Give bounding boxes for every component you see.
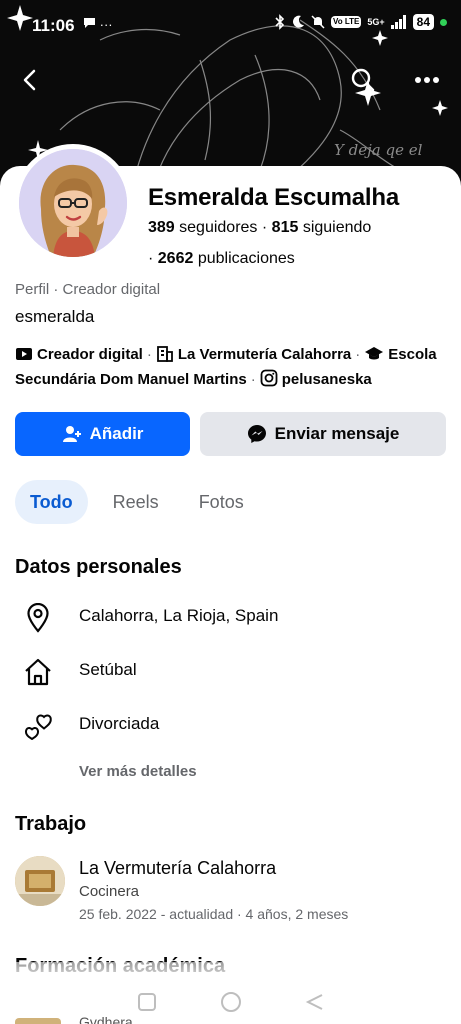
system-nav-bar bbox=[0, 980, 461, 1024]
graduation-cap-icon bbox=[364, 346, 384, 369]
workplace-photo bbox=[15, 856, 65, 906]
search-button[interactable] bbox=[343, 60, 383, 100]
search-icon bbox=[351, 68, 375, 92]
posts-count: 2662 bbox=[157, 250, 194, 267]
work-role: Cocinera bbox=[79, 883, 140, 900]
status-time: 11:06 bbox=[32, 16, 75, 35]
battery-level: 84 bbox=[412, 14, 434, 30]
followers-count[interactable]: 389 bbox=[148, 219, 175, 236]
hometown-text: Setúbal bbox=[79, 660, 137, 679]
link-separator: · bbox=[146, 346, 152, 363]
back-button[interactable] bbox=[10, 60, 50, 100]
link-instagram[interactable]: pelusaneska bbox=[282, 371, 372, 388]
link-separator: · bbox=[250, 371, 256, 388]
stat-separator: · bbox=[148, 250, 158, 267]
avatar-illustration bbox=[19, 149, 127, 257]
add-friend-button[interactable]: Añadir bbox=[15, 412, 190, 456]
recent-apps-icon[interactable] bbox=[136, 991, 158, 1013]
mute-icon bbox=[311, 15, 325, 29]
link-creator[interactable]: Creador digital bbox=[37, 346, 143, 363]
building-icon bbox=[156, 344, 174, 369]
profile-username: esmeralda bbox=[15, 307, 95, 326]
following-count[interactable]: 815 bbox=[272, 219, 299, 236]
see-more-details-link[interactable]: Ver más detalles bbox=[79, 763, 197, 780]
info-relationship: Divorciada bbox=[0, 704, 461, 744]
add-friend-label: Añadir bbox=[89, 424, 144, 443]
moon-icon bbox=[293, 15, 304, 28]
volte-badge: Vo LTE bbox=[331, 16, 362, 28]
profile-tabs: Todo Reels Fotos bbox=[15, 480, 269, 524]
tab-fotos[interactable]: Fotos bbox=[184, 480, 259, 524]
creator-badge-icon bbox=[15, 346, 33, 369]
more-options-button[interactable] bbox=[407, 60, 447, 100]
status-right-icons: Vo LTE 5G+ 84 bbox=[275, 14, 447, 30]
followers-label[interactable]: seguidores bbox=[179, 219, 257, 236]
messenger-icon bbox=[247, 425, 266, 443]
send-message-button[interactable]: Enviar mensaje bbox=[200, 412, 446, 456]
status-bar: 11:06 ··· Vo LTE 5G+ 84 bbox=[0, 0, 461, 54]
signal-icon bbox=[390, 15, 406, 29]
bluetooth-icon bbox=[275, 14, 285, 30]
chat-bubble-icon bbox=[84, 18, 95, 28]
profile-name: Esmeralda Escumalha bbox=[148, 184, 400, 211]
send-message-label: Enviar mensaje bbox=[274, 424, 400, 443]
stat-separator: · bbox=[261, 219, 272, 236]
status-more-text: ··· bbox=[99, 17, 113, 32]
workplace-logo[interactable] bbox=[15, 856, 65, 906]
work-dates: 25 feb. 2022 - actualidad · 4 años, 2 me… bbox=[79, 906, 349, 922]
profile-type-line: Perfil · Creador digital bbox=[15, 281, 161, 298]
location-pin-icon bbox=[22, 602, 54, 634]
link-separator: · bbox=[355, 346, 361, 363]
location-text: Calahorra, La Rioja, Spain bbox=[79, 606, 279, 625]
relationship-text: Divorciada bbox=[79, 714, 160, 733]
network-label: 5G+ bbox=[367, 17, 385, 27]
work-company[interactable]: La Vermutería Calahorra bbox=[79, 858, 276, 879]
tab-reels[interactable]: Reels bbox=[98, 480, 174, 524]
profile-avatar[interactable] bbox=[14, 144, 132, 262]
info-location: Calahorra, La Rioja, Spain bbox=[0, 596, 461, 636]
tab-todo[interactable]: Todo bbox=[15, 480, 88, 524]
personal-details-title: Datos personales bbox=[15, 556, 182, 578]
link-workplace[interactable]: La Vermutería Calahorra bbox=[178, 346, 351, 363]
more-dots-icon bbox=[415, 77, 439, 83]
instagram-icon bbox=[260, 369, 278, 394]
work-title: Trabajo bbox=[15, 813, 87, 835]
posts-label: publicaciones bbox=[197, 250, 295, 267]
profile-links: Creador digital · La Vermutería Calahorra ·… bbox=[15, 344, 455, 394]
back-nav-icon[interactable] bbox=[304, 991, 326, 1013]
chevron-left-icon bbox=[23, 69, 36, 91]
home-icon bbox=[22, 656, 54, 688]
following-label[interactable]: siguiendo bbox=[303, 219, 372, 236]
cover-script-text: Y deja qe el bbox=[334, 141, 423, 159]
follow-stats: 389 seguidores · 815 siguiendo bbox=[148, 219, 371, 237]
info-hometown: Setúbal bbox=[0, 650, 461, 690]
broken-hearts-icon bbox=[22, 710, 54, 742]
privacy-indicator-dot bbox=[440, 18, 447, 26]
home-nav-icon[interactable] bbox=[220, 991, 242, 1013]
posts-stats: · 2662 publicaciones bbox=[148, 250, 295, 268]
add-person-icon bbox=[62, 426, 81, 442]
status-notification-icons: ··· bbox=[83, 17, 113, 32]
